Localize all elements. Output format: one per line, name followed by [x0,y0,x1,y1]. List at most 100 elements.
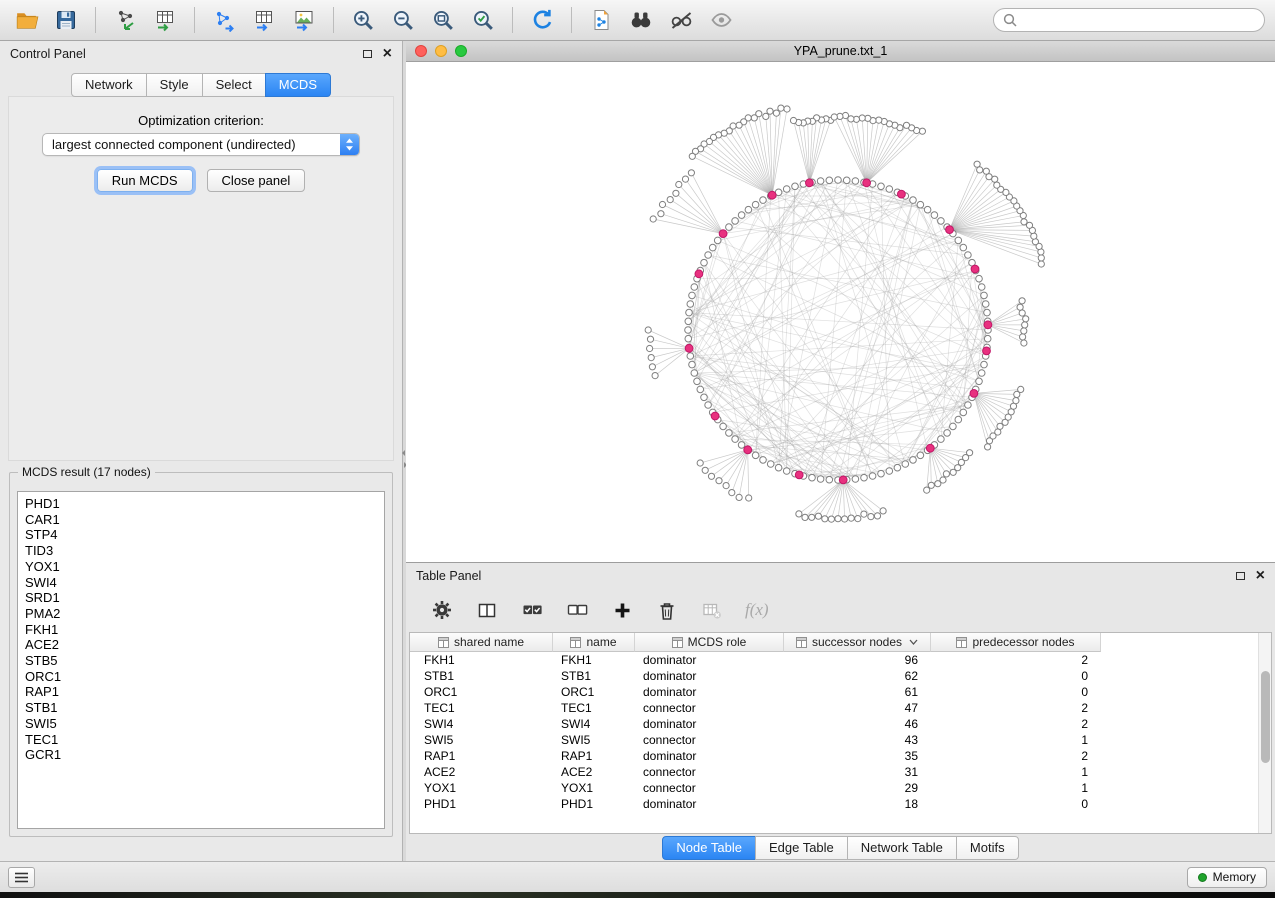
graph-node[interactable] [716,478,722,484]
result-item[interactable]: STB5 [25,653,377,669]
graph-node[interactable] [982,301,989,308]
graph-node[interactable] [709,244,716,251]
zoom-out-button[interactable] [387,5,419,35]
graph-node[interactable] [659,201,665,207]
graph-node[interactable] [726,224,733,231]
tab-edge-table[interactable]: Edge Table [755,836,848,860]
graph-node[interactable] [784,106,790,112]
graph-node[interactable] [843,177,850,184]
graph-node[interactable] [967,450,973,456]
graph-node[interactable] [647,345,653,351]
graph-hub-node[interactable] [971,265,979,273]
zoom-in-button[interactable] [347,5,379,35]
graph-node[interactable] [981,361,988,368]
graph-node[interactable] [645,327,651,333]
column-header-predecessor-nodes[interactable]: predecessor nodes [931,633,1101,652]
graph-node[interactable] [828,516,834,522]
show-columns-button[interactable] [475,598,499,622]
graph-node[interactable] [831,114,837,120]
search-field[interactable] [993,8,1265,32]
graph-node[interactable] [1021,219,1027,225]
delete-column-button[interactable] [655,598,679,622]
tab-network[interactable]: Network [71,73,147,97]
graph-node[interactable] [955,416,962,423]
graph-node[interactable] [894,464,901,471]
graph-node[interactable] [732,218,739,225]
graph-node[interactable] [861,474,868,481]
graph-node[interactable] [842,516,848,522]
graph-node[interactable] [886,186,893,193]
graph-node[interactable] [981,292,988,299]
result-item[interactable]: SWI4 [25,575,377,591]
graph-node[interactable] [878,470,885,477]
graph-node[interactable] [792,183,799,190]
graph-hub-node[interactable] [839,476,847,484]
graph-node[interactable] [676,181,682,187]
table-row[interactable]: PHD1PHD1dominator180 [410,796,1271,812]
graph-node[interactable] [714,237,721,244]
import-network-button[interactable] [109,5,141,35]
import-table-button[interactable] [149,5,181,35]
result-item[interactable]: PMA2 [25,606,377,622]
graph-hub-node[interactable] [711,412,719,420]
result-item[interactable]: GCR1 [25,747,377,763]
graph-node[interactable] [817,178,824,185]
graph-node[interactable] [1038,261,1044,267]
open-session-button[interactable] [10,5,42,35]
export-network-button[interactable] [208,5,240,35]
table-settings-button[interactable] [430,598,454,622]
graph-node[interactable] [1019,310,1025,316]
result-item[interactable]: TID3 [25,543,377,559]
graph-node[interactable] [1031,233,1037,239]
graph-node[interactable] [835,516,841,522]
graph-node[interactable] [917,201,924,208]
graph-node[interactable] [691,284,698,291]
select-all-button[interactable] [520,598,544,622]
graph-node[interactable] [924,206,931,213]
export-image-button[interactable] [288,5,320,35]
graph-node[interactable] [938,218,945,225]
graph-node[interactable] [726,430,733,437]
result-item[interactable]: RAP1 [25,684,377,700]
graph-node[interactable] [708,473,714,479]
graph-node[interactable] [723,483,729,489]
find-network-button[interactable] [625,5,657,35]
table-row[interactable]: TEC1TEC1connector472 [410,700,1271,716]
graph-node[interactable] [960,409,967,416]
graph-node[interactable] [869,473,876,480]
float-panel-icon[interactable] [363,50,372,58]
result-item[interactable]: STP4 [25,527,377,543]
close-panel-button[interactable]: Close panel [207,169,306,192]
graph-node[interactable] [903,122,909,128]
graph-node[interactable] [919,128,925,134]
graph-node[interactable] [736,494,742,500]
run-mcds-button[interactable]: Run MCDS [97,169,193,192]
graph-hub-node[interactable] [685,344,693,352]
graph-node[interactable] [689,361,696,368]
graph-hub-node[interactable] [744,446,752,454]
graph-node[interactable] [976,275,983,282]
graph-hub-node[interactable] [946,226,954,234]
graph-node[interactable] [910,197,917,204]
close-panel-icon[interactable]: × [383,49,392,59]
graph-node[interactable] [874,513,880,519]
graph-node[interactable] [685,327,692,334]
graph-node[interactable] [736,122,742,128]
graph-node[interactable] [902,461,909,468]
graph-node[interactable] [687,353,694,360]
graph-node[interactable] [790,117,796,123]
graph-node[interactable] [809,514,815,520]
graph-node[interactable] [697,386,704,393]
graph-node[interactable] [855,516,861,522]
graph-hub-node[interactable] [983,347,991,355]
column-header-MCDS-role[interactable]: MCDS role [635,633,784,652]
graph-node[interactable] [796,511,802,517]
graph-node[interactable] [817,476,824,483]
graph-node[interactable] [682,176,688,182]
graph-node[interactable] [745,206,752,213]
graph-node[interactable] [691,370,698,377]
vertical-scrollbar[interactable] [1258,633,1271,833]
tab-select[interactable]: Select [202,73,266,97]
graph-node[interactable] [1013,398,1019,404]
graph-node[interactable] [1038,255,1044,261]
